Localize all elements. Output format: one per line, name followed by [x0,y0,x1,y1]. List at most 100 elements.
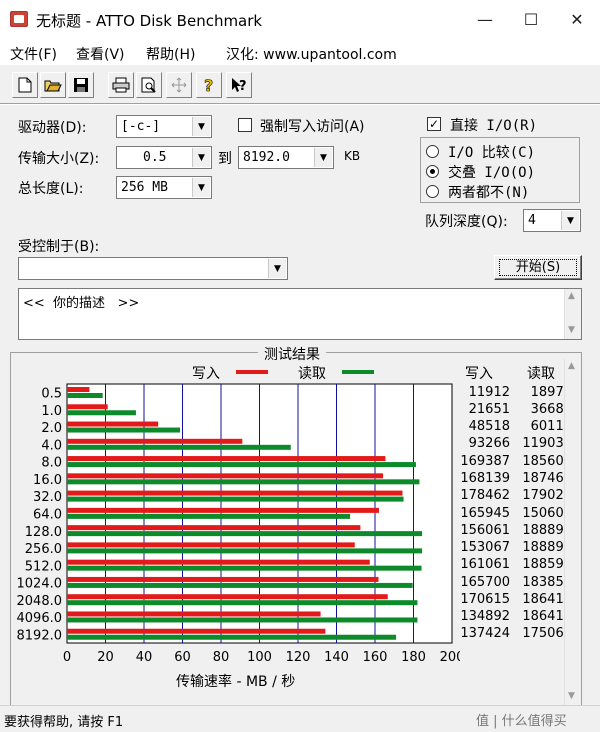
start-button[interactable]: 开始(S) [494,255,582,280]
total-length-select[interactable]: 256 MB ▼ [116,176,212,199]
x-tick-label: 200 [440,650,460,665]
write-bar [67,507,379,513]
maximize-button[interactable]: ☐ [508,0,554,38]
move-icon [171,77,187,93]
force-write-checkbox[interactable] [238,118,252,132]
scroll-down-icon[interactable]: ▼ [568,325,575,335]
x-tick-label: 20 [97,650,114,665]
x-tick-label: 100 [247,650,272,665]
read-bar [67,513,351,519]
print-preview-button[interactable] [136,72,162,98]
overlap-io-radio[interactable] [426,165,439,178]
move-button[interactable] [166,72,192,98]
help-button[interactable]: ? [196,72,222,98]
x-tick-label: 120 [286,650,311,665]
print-button[interactable] [108,72,134,98]
drive-value: [-c-] [121,119,161,134]
controlled-by-select[interactable]: ▼ [18,257,288,280]
read-bar [67,582,413,588]
total-length-label: 总长度(L): [18,181,84,197]
category-label: 8.0 [41,456,62,471]
context-help-icon: ? [232,78,247,94]
write-bar [67,594,388,600]
main-panel: 驱动器(D): [-c-] ▼ 强制写入访问(A) 传输大小(Z): 0.5 ▼… [0,105,600,710]
overlap-io-label: 交叠 I/O(O) [448,165,536,181]
category-label: 0.5 [41,387,62,402]
read-bar [67,565,422,571]
queue-depth-value: 4 [528,213,536,228]
read-bar [67,496,404,502]
category-label: 16.0 [33,473,62,488]
results-title: 测试结果 [258,344,326,364]
read-bar [67,531,423,537]
menu-help[interactable]: 帮助(H) [146,44,195,64]
write-value: 156061 [460,522,510,538]
save-icon [74,78,88,92]
chevron-down-icon: ▼ [268,259,286,278]
write-value: 161061 [460,557,510,573]
results-scrollbar[interactable]: ▲ ▼ [564,359,581,707]
svg-text:?: ? [239,79,247,94]
minimize-button[interactable]: — [462,0,508,38]
write-value: 93266 [468,436,510,452]
legend-read-label: 读取 [298,366,326,382]
write-bar [67,628,326,634]
queue-depth-label: 队列深度(Q): [425,214,508,230]
category-label: 256.0 [25,542,62,557]
category-label: 4.0 [41,438,62,453]
scroll-up-icon[interactable]: ▲ [568,291,575,301]
drive-label: 驱动器(D): [18,120,87,136]
description-scrollbar[interactable]: ▲ ▼ [564,289,581,339]
transfer-to-select[interactable]: 8192.0 ▼ [238,146,334,169]
write-value: 170615 [460,591,510,607]
category-label: 64.0 [33,508,62,523]
x-axis-label: 传输速率 - MB / 秒 [176,674,296,690]
new-button[interactable] [12,72,38,98]
write-bar [67,559,370,565]
start-button-label: 开始(S) [499,259,577,276]
menu-view[interactable]: 查看(V) [76,44,125,64]
print-icon [112,77,130,93]
read-bar [67,444,291,450]
write-bar [67,611,321,617]
read-bar [67,479,420,485]
io-compare-radio[interactable] [426,145,439,158]
write-bar [67,421,159,427]
scroll-down-icon[interactable]: ▼ [568,691,575,701]
watermark: 值 | 什么值得买 [476,714,567,729]
context-help-button[interactable]: ? [226,72,252,98]
write-bar [67,438,243,444]
controlled-by-label: 受控制于(B): [18,239,100,255]
description-text: << 你的描述 >> [23,296,140,311]
window-title: 无标题 - ATTO Disk Benchmark [36,12,263,30]
chevron-down-icon: ▼ [192,148,210,167]
read-bar [67,393,103,398]
description-textarea[interactable]: << 你的描述 >> ▲ ▼ [18,288,582,340]
save-button[interactable] [68,72,94,98]
category-label: 512.0 [25,559,62,574]
x-tick-label: 80 [213,650,230,665]
neither-radio[interactable] [426,185,439,198]
read-bar [67,634,397,640]
category-label: 2048.0 [17,594,63,609]
results-numbers: 11912 18977 21651 36680 48518 60115 93266 11903… [456,381,580,643]
x-tick-label: 40 [136,650,153,665]
scroll-up-icon[interactable]: ▲ [568,361,575,371]
x-tick-label: 180 [401,650,426,665]
write-bar [67,404,108,410]
svg-text:?: ? [204,76,213,94]
menu-file[interactable]: 文件(F) [10,44,57,64]
open-button[interactable] [40,72,66,98]
transfer-from-select[interactable]: 0.5 ▼ [116,146,212,169]
queue-depth-select[interactable]: 4 ▼ [523,209,581,232]
menu-credit: 汉化: www.upantool.com [226,47,397,63]
legend-read-swatch [342,370,374,374]
x-tick-label: 160 [363,650,388,665]
write-bar [67,525,361,531]
write-bar [67,576,379,582]
drive-select[interactable]: [-c-] ▼ [116,115,212,138]
category-label: 8192.0 [17,628,63,643]
title-bar: 无标题 - ATTO Disk Benchmark — ☐ ✕ [0,0,600,38]
direct-io-checkbox[interactable]: ✓ [427,117,441,131]
close-button[interactable]: ✕ [554,0,600,38]
